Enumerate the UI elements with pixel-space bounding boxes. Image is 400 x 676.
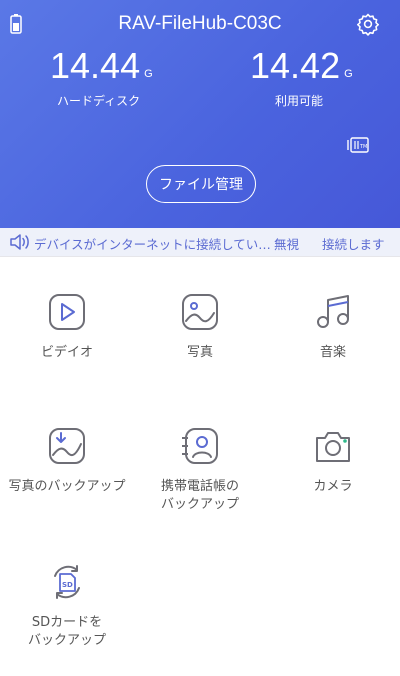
header-panel: RAV-FileHub-C03C 14.44 G ハードディスク 14.42 G 利…: [0, 0, 400, 228]
tile-video-label: ビデイオ: [40, 345, 93, 360]
tile-camera-label: カメラ: [313, 479, 353, 494]
tile-photo-backup-label: 写真のバックアップ: [8, 479, 126, 494]
tile-photos-label: 写真: [186, 345, 213, 360]
ignore-button[interactable]: 無視: [274, 234, 299, 253]
photo-icon: [182, 294, 218, 330]
disk-unit: G: [144, 68, 153, 80]
tile-photo-backup[interactable]: 写真のバックアップ: [0, 426, 134, 496]
disk-stat: 14.44 G: [50, 46, 153, 86]
disk-value: 14.44: [50, 45, 141, 86]
tile-camera[interactable]: カメラ: [266, 426, 400, 496]
divider: [0, 256, 400, 257]
camera-icon: [316, 432, 350, 462]
contact-backup-icon: [182, 428, 218, 464]
available-unit: G: [344, 68, 353, 80]
file-management-button[interactable]: ファイル管理: [146, 165, 256, 203]
sd-switch-icon[interactable]: TM: [346, 136, 370, 154]
svg-text:SD: SD: [62, 581, 73, 589]
device-title: RAV-FileHub-C03C: [118, 13, 282, 34]
available-value: 14.42: [250, 45, 341, 86]
disk-label: ハードディスク: [57, 94, 141, 108]
tile-sd-backup-label-line2: バックアップ: [27, 633, 106, 648]
tile-photos[interactable]: 写真: [133, 292, 267, 362]
tile-music-label: 音楽: [319, 345, 346, 360]
tile-contacts-backup[interactable]: 携帯電話帳の バックアップ: [133, 426, 267, 514]
available-label: 利用可能: [275, 94, 324, 108]
svg-text:TM: TM: [359, 144, 367, 150]
notice-text: デバイスがインターネットに接続してい…: [34, 237, 271, 252]
tile-contacts-backup-label: 携帯電話帳の バックアップ: [133, 478, 267, 514]
tile-sd-backup-label: SDカードを バックアップ: [0, 614, 134, 650]
tile-contacts-backup-label-line1: 携帯電話帳の: [160, 479, 239, 494]
music-icon: [317, 295, 349, 328]
play-icon: [49, 294, 85, 330]
photo-backup-icon: [49, 428, 85, 464]
tile-video[interactable]: ビデイオ: [0, 292, 134, 362]
available-stat: 14.42 G: [250, 46, 353, 86]
tile-sd-backup[interactable]: SD SDカードを バックアップ: [0, 562, 134, 650]
connect-button[interactable]: 接続します: [322, 234, 385, 253]
tile-sd-backup-label-line1: SDカードを: [31, 615, 103, 630]
internet-notice-bar: デバイスがインターネットに接続してい… 無視 接続します: [0, 228, 400, 256]
speaker-icon: [10, 234, 29, 250]
gear-icon[interactable]: [356, 12, 380, 36]
tile-contacts-backup-label-line2: バックアップ: [160, 497, 239, 512]
tile-music[interactable]: 音楽: [266, 292, 400, 362]
sd-backup-icon: SD: [54, 565, 80, 599]
